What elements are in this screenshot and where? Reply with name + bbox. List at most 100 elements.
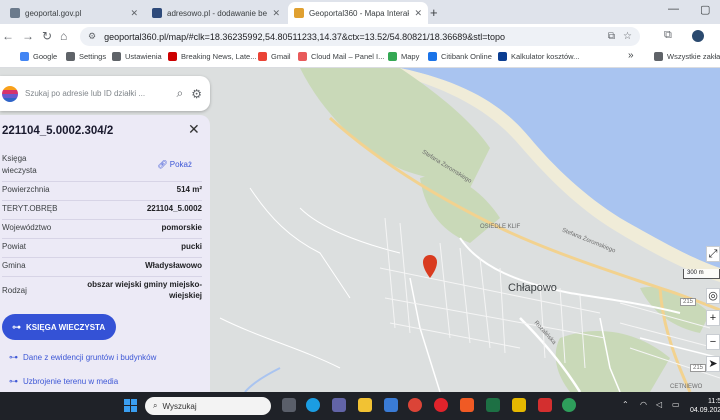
link-icon: ⊶ [9,376,18,386]
bookmark-mapy[interactable]: Mapy [388,52,419,61]
search-bar: Szukaj po adresie lub ID działki ... ⌕ ⚙ [0,76,210,111]
task-view-icon[interactable] [282,398,296,412]
google-icon [20,52,29,61]
address-toolbar: ← → ↻ ⌂ ⚙ geoportal360.pl/map/#clk=18.36… [0,24,720,48]
tab-geoportal360[interactable]: Geoportal360 - Mapa Interakty... ✕ [288,2,428,24]
bookmark-ustawienia[interactable]: Ustawienia [112,52,162,61]
search-input[interactable]: Szukaj po adresie lub ID działki ... [25,89,177,98]
bookmark-kalkulator[interactable]: Kalkulator kosztów... [498,52,579,61]
row-key: Gmina [2,261,26,270]
opera-icon[interactable] [434,398,448,412]
new-tab-icon[interactable]: + [430,5,438,20]
wifi-icon[interactable]: ◠ [640,400,647,409]
row-key: Księga wieczysta [2,154,37,175]
show-link[interactable]: 🔗︎ Pokaż [157,160,192,169]
minimize-icon[interactable]: — [668,3,679,15]
url-text: geoportal360.pl/map/#clk=18.36235992,54.… [104,31,505,42]
close-tab-icon[interactable]: ✕ [130,8,138,19]
close-tab-icon[interactable]: ✕ [272,8,280,19]
bookmark-label: Ustawienia [125,52,162,61]
bookmark-label: Kalkulator kosztów... [511,52,580,61]
citibank-icon [428,52,437,61]
uzbrojenie-link[interactable]: ⊶ Uzbrojenie terenu w media [9,376,118,387]
close-icon[interactable]: ✕ [188,121,200,138]
locate-button[interactable]: ◎ [706,288,720,304]
folder-icon [654,52,663,61]
close-tab-icon[interactable]: ✕ [414,8,422,19]
bookmark-breaking-news[interactable]: Breaking News, Late... [168,52,256,61]
clock-date: 04.09.202 [690,407,720,414]
road [409,277,441,392]
gear-icon[interactable]: ⚙ [191,87,202,101]
app-icon[interactable] [562,398,576,412]
district-label-osiedle-klif: OSIEDLE KLIF [480,224,521,230]
bookmark-label: Cloud Mail – Panel I... [311,52,385,61]
brave-icon[interactable] [460,398,474,412]
taskbar-search-label: Wyszukaj [162,401,197,411]
back-icon[interactable]: ← [2,29,14,43]
excel-icon[interactable] [486,398,500,412]
forward-icon[interactable]: → [22,29,34,43]
tab-title: Geoportal360 - Mapa Interakty... [309,8,410,18]
edge-icon[interactable] [306,398,320,412]
taskbar-search[interactable]: ⌕ Wyszukaj [145,397,271,415]
all-bookmarks-folder[interactable]: Wszystkie zakład [654,52,720,61]
bookmark-star-icon[interactable]: ☆ [623,31,632,42]
parcel-row-powiat: Powiat pucki [2,239,202,258]
tab-geoportal-gov[interactable]: geoportal.gov.pl ✕ [4,2,144,24]
bookmark-citibank[interactable]: Citibank Online [428,52,492,61]
bookmarks-overflow-button[interactable]: » [628,50,634,61]
search-icon: ⌕ [153,401,158,410]
road-number-badge: 215 [680,298,697,306]
bookmarks-bar: Google Settings Ustawienia Breaking News… [0,48,720,68]
tab-adresowo[interactable]: adresowo.pl - dodawanie bezpł... ✕ [146,2,286,24]
tab-favicon [10,8,20,18]
tab-favicon [294,8,304,18]
maximize-icon[interactable]: ▢ [700,3,710,16]
ewidencja-link[interactable]: ⊶ Dane z ewidencji gruntów i budynków [9,352,156,363]
ksiega-wieczysta-button[interactable]: ⊶ KSIĘGA WIECZYSTA [2,314,116,340]
parcel-row-rodzaj: Rodzaj obszar wiejski gminy miejsko- wie… [2,277,202,303]
bookmark-gmail[interactable]: Gmail [258,52,291,61]
row-key: Województwo [2,223,52,232]
row-key: Rodzaj [2,286,27,295]
link-icon: ⊶ [12,321,21,332]
bookmark-label: Mapy [401,52,420,61]
windows-start-icon[interactable] [124,399,137,412]
tray-chevron-icon[interactable]: ⌃ [622,400,629,409]
gmail-icon [258,52,267,61]
link-label: Dane z ewidencji gruntów i budynków [23,353,157,362]
bookmark-settings[interactable]: Settings [66,52,106,61]
system-clock[interactable]: 11:5 04.09.202 [690,397,720,415]
city-label-chlapowo: Chłapowo [508,282,557,294]
parcel-row-gmina: Gmina Władysławowo [2,258,202,277]
bookmark-google[interactable]: Google [20,52,57,61]
pdf-icon[interactable] [538,398,552,412]
road [249,187,351,299]
extensions-icon[interactable]: ⧉ [664,29,672,42]
app-icon[interactable] [512,398,526,412]
parcel-row-teryt: TERYT.OBRĘB 221104_5.0002 [2,201,202,220]
teams-icon[interactable] [332,398,346,412]
file-explorer-icon[interactable] [358,398,372,412]
compass-button[interactable]: ➤ [706,356,720,372]
reload-icon[interactable]: ↻ [42,29,52,43]
bookmark-cloud-mail[interactable]: Cloud Mail – Panel I... [298,52,384,61]
site-info-icon[interactable]: ⚙ [88,31,96,42]
battery-icon[interactable]: ▭ [672,400,680,409]
road [299,207,401,254]
zoom-in-button[interactable]: + [706,310,720,326]
calculator-icon [498,52,507,61]
volume-icon[interactable]: ◁ [656,400,662,409]
row-key: TERYT.OBRĘB [2,204,58,213]
home-icon[interactable]: ⌂ [60,29,67,43]
install-app-icon[interactable]: ⧉ [608,31,615,42]
zoom-out-button[interactable]: − [706,334,720,350]
profile-avatar[interactable] [692,30,704,42]
fullscreen-button[interactable]: ⤢ [706,246,720,262]
chrome-icon[interactable] [408,398,422,412]
bookmark-label: Gmail [271,52,291,61]
search-icon[interactable]: ⌕ [177,86,184,101]
address-bar[interactable]: ⚙ geoportal360.pl/map/#clk=18.36235992,5… [80,27,640,46]
store-icon[interactable] [384,398,398,412]
